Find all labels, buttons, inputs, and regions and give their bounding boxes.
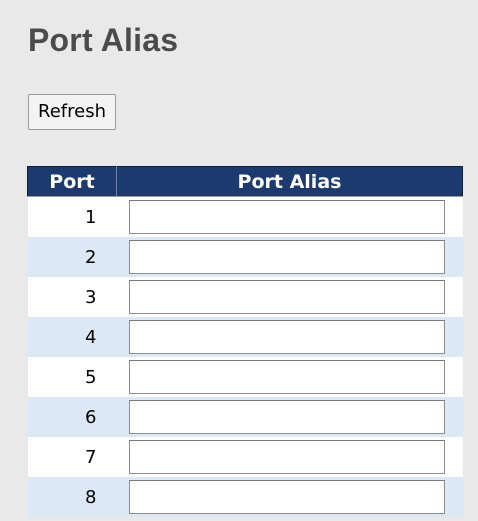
port-alias-input[interactable] <box>128 240 445 274</box>
alias-cell <box>116 477 463 517</box>
port-column-header: Port <box>27 166 117 197</box>
port-alias-input[interactable] <box>128 440 445 474</box>
port-number: 6 <box>27 397 117 437</box>
alias-cell <box>116 437 463 477</box>
port-number: 5 <box>27 357 117 397</box>
port-number: 2 <box>27 237 117 277</box>
port-number: 3 <box>27 277 117 317</box>
refresh-button[interactable]: Refresh <box>28 94 116 130</box>
port-alias-input[interactable] <box>128 360 445 394</box>
alias-cell <box>116 317 463 357</box>
table-row: 6 <box>27 397 463 437</box>
port-alias-input[interactable] <box>128 320 445 354</box>
table-row: 2 <box>27 237 463 277</box>
port-alias-input[interactable] <box>128 200 445 234</box>
port-alias-input[interactable] <box>128 280 445 314</box>
port-number: 4 <box>27 317 117 357</box>
page-title: Port Alias <box>28 22 179 58</box>
alias-cell <box>116 397 463 437</box>
table-row: 7 <box>27 437 463 477</box>
table-row: 3 <box>27 277 463 317</box>
port-alias-input[interactable] <box>128 400 445 434</box>
port-alias-input[interactable] <box>128 480 445 514</box>
table-row: 8 <box>27 477 463 517</box>
port-alias-table-container: Port Port Alias 1 2 3 4 5 6 7 8 <box>27 166 463 517</box>
table-row: 4 <box>27 317 463 357</box>
port-alias-column-header: Port Alias <box>116 166 463 197</box>
alias-cell <box>116 196 463 237</box>
table-row: 5 <box>27 357 463 397</box>
port-number: 8 <box>27 477 117 517</box>
port-number: 1 <box>27 196 117 237</box>
alias-cell <box>116 357 463 397</box>
table-header-row: Port Port Alias <box>27 166 463 197</box>
alias-cell <box>116 237 463 277</box>
table-row: 1 <box>27 196 463 237</box>
port-number: 7 <box>27 437 117 477</box>
port-alias-table: Port Port Alias 1 2 3 4 5 6 7 8 <box>27 166 463 517</box>
alias-cell <box>116 277 463 317</box>
